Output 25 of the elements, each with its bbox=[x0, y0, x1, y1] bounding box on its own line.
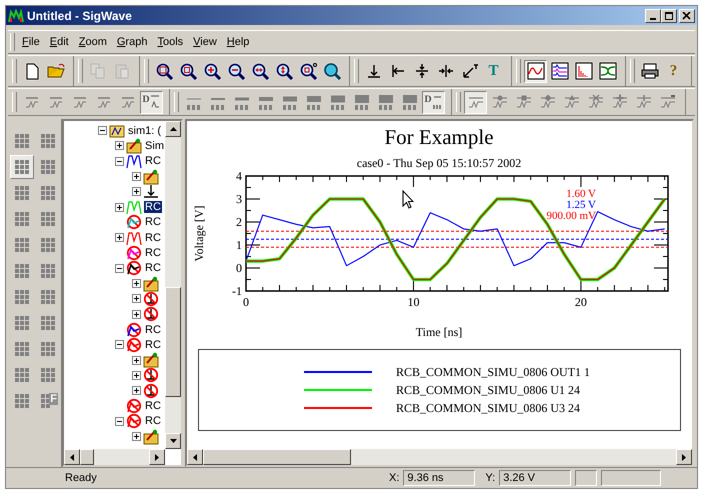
threshold-label: 1.25 V bbox=[566, 199, 596, 211]
chart-title: For Example bbox=[384, 125, 494, 149]
axis-tick-label: 4 bbox=[236, 169, 242, 183]
threshold-label: 1.60 V bbox=[566, 188, 596, 200]
coordinate-label: Y: bbox=[485, 472, 496, 484]
axis-title: Voltage [V] bbox=[192, 205, 206, 262]
axis-tick-label: 1 bbox=[236, 238, 242, 252]
axis-tick-label: 10 bbox=[407, 295, 420, 309]
axis-tick-label: 0 bbox=[243, 295, 249, 309]
axis-tick-label: 3 bbox=[236, 192, 242, 206]
legend-label: RCB_COMMON_SIMU_0806 U1 24 bbox=[396, 382, 580, 398]
threshold-label: 900.00 mV bbox=[546, 210, 596, 222]
coordinate-label: X: bbox=[389, 472, 400, 484]
axis-tick-label: 0 bbox=[236, 261, 242, 275]
legend-label: RCB_COMMON_SIMU_0806 OUT1 1 bbox=[396, 364, 590, 380]
coordinate-value: 3.26 V bbox=[499, 470, 572, 486]
status-text: Ready bbox=[64, 472, 98, 484]
axis-tick-label: 2 bbox=[236, 215, 242, 229]
legend-label: RCB_COMMON_SIMU_0806 U3 24 bbox=[396, 400, 580, 416]
chart-subtitle: case0 - Thu Sep 05 15:10:57 2002 bbox=[356, 156, 522, 170]
axis-tick-label: -1 bbox=[232, 284, 242, 298]
axis-tick-label: 20 bbox=[574, 295, 587, 309]
axis-title: Time [ns] bbox=[416, 325, 462, 339]
window-title: Untitled - SigWave bbox=[27, 8, 133, 22]
coordinate-value: 9.36 ns bbox=[403, 470, 476, 486]
